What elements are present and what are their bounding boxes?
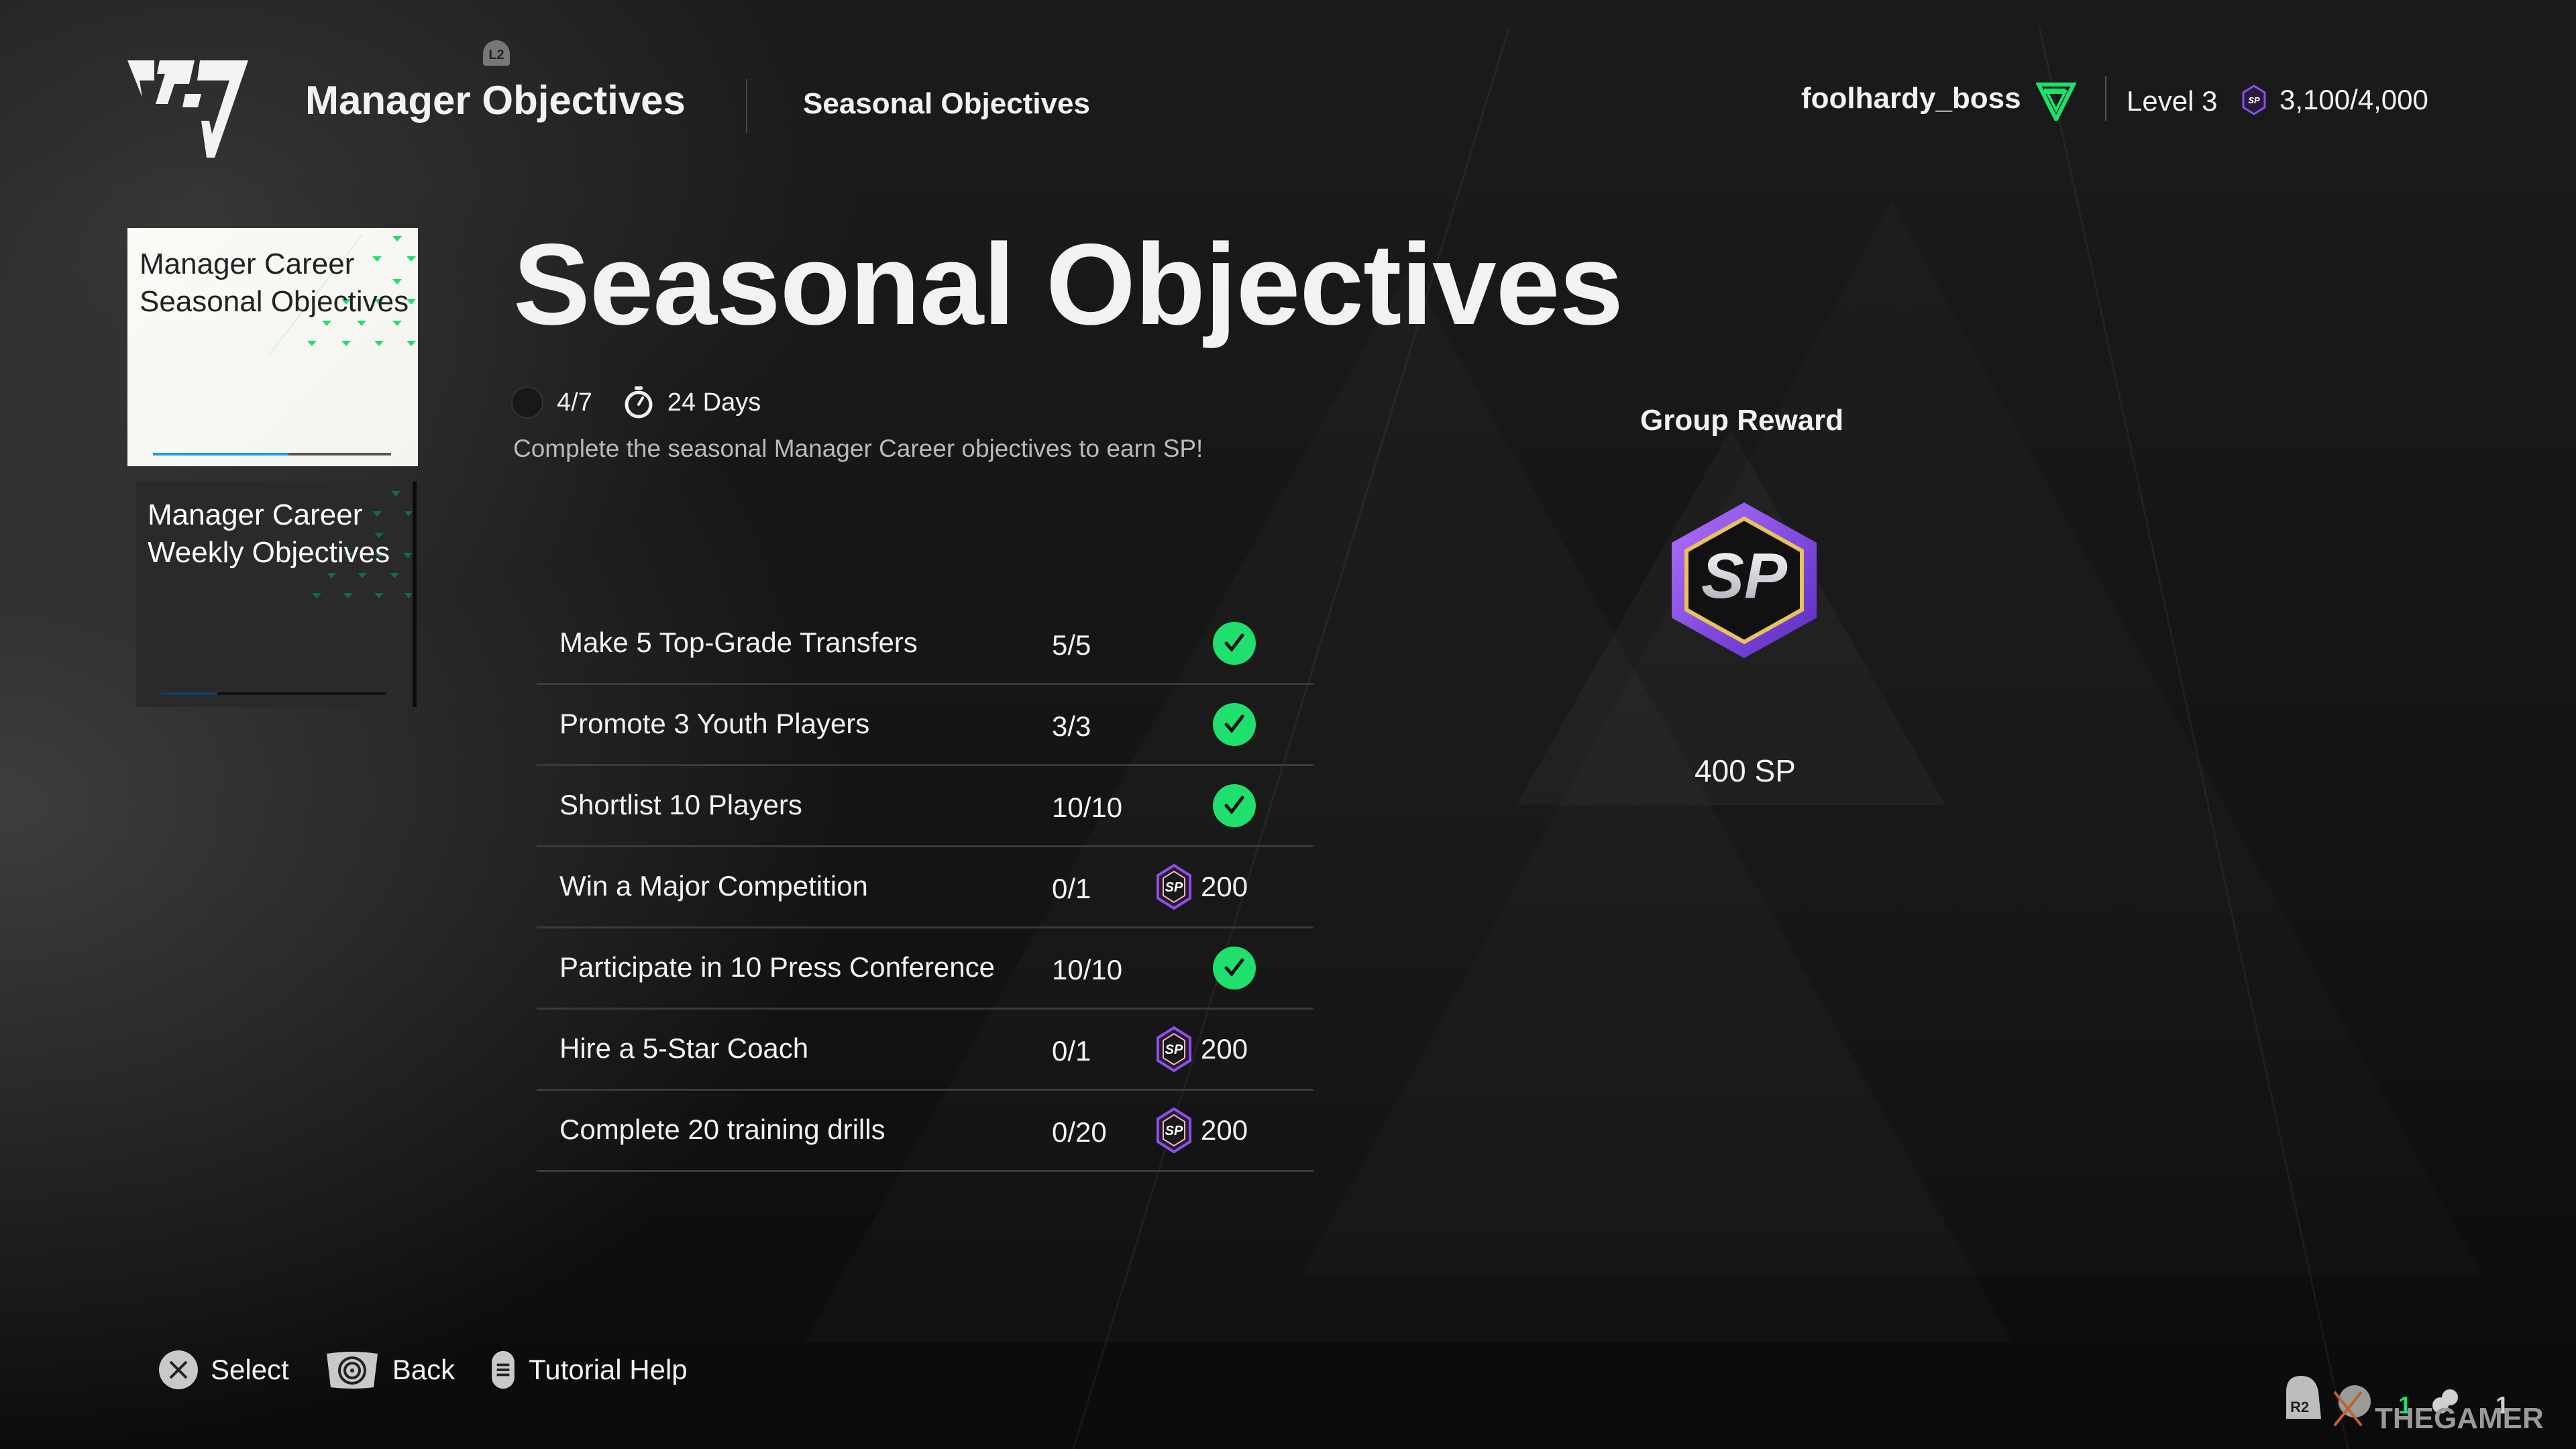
svg-text:THEGAMER: THEGAMER bbox=[2375, 1402, 2544, 1432]
objectives-list: Make 5 Top-Grade Transfers 5/5 Promote 3… bbox=[537, 604, 1313, 1172]
card-progress-bar bbox=[161, 692, 386, 695]
objective-row[interactable]: Shortlist 10 Players 10/10 bbox=[537, 766, 1313, 847]
objective-progress: 10/10 bbox=[1052, 792, 1123, 823]
objective-name: Win a Major Competition bbox=[559, 870, 868, 902]
header-divider-right bbox=[2105, 76, 2106, 121]
l2-button-hint[interactable]: L2 bbox=[483, 40, 510, 66]
objective-name: Participate in 10 Press Conference bbox=[559, 951, 996, 983]
tutorial-hint[interactable]: Tutorial Help bbox=[490, 1350, 688, 1390]
sp-coin-icon: SP bbox=[1157, 1026, 1191, 1073]
svg-text:SP: SP bbox=[1165, 880, 1183, 895]
svg-text:SP: SP bbox=[1165, 1042, 1183, 1057]
stopwatch-icon bbox=[625, 386, 653, 419]
reward-amount: 200 bbox=[1201, 1033, 1248, 1065]
select-hint[interactable]: Select bbox=[158, 1350, 289, 1390]
card-seasonal-objectives[interactable]: Manager Career Seasonal Objectives bbox=[127, 228, 418, 466]
reward-amount: 200 bbox=[1201, 871, 1248, 902]
objective-reward: SP 200 bbox=[1155, 1026, 1248, 1073]
username: foolhardy_boss bbox=[1801, 82, 2021, 115]
svg-text:SP: SP bbox=[2248, 95, 2260, 105]
objective-row[interactable]: Complete 20 training drills 0/20 SP 200 bbox=[537, 1091, 1313, 1172]
division-triangle-icon bbox=[2036, 83, 2076, 121]
objectives-description: Complete the seasonal Manager Career obj… bbox=[513, 435, 1203, 462]
tutorial-label: Tutorial Help bbox=[529, 1354, 688, 1385]
back-label: Back bbox=[392, 1354, 455, 1385]
objective-progress: 0/1 bbox=[1052, 1035, 1091, 1067]
objective-name: Make 5 Top-Grade Transfers bbox=[559, 627, 918, 658]
objective-row[interactable]: Make 5 Top-Grade Transfers 5/5 bbox=[537, 604, 1313, 685]
completed-check-icon bbox=[1213, 622, 1256, 665]
objective-progress: 5/5 bbox=[1052, 629, 1091, 661]
objective-row[interactable]: Win a Major Competition 0/1 SP 200 bbox=[537, 847, 1313, 928]
objective-progress: 3/3 bbox=[1052, 710, 1091, 742]
completed-check-icon bbox=[1213, 947, 1256, 989]
objective-reward: SP 200 bbox=[1155, 1107, 1248, 1154]
sp-coin-icon: SP bbox=[1157, 863, 1191, 910]
sp-total: 3,100/4,000 bbox=[2279, 84, 2428, 115]
objective-row[interactable]: Participate in 10 Press Conference 10/10 bbox=[537, 928, 1313, 1010]
objective-name: Complete 20 training drills bbox=[559, 1114, 885, 1145]
completed-check-icon bbox=[1213, 703, 1256, 746]
sp-reward-badge-icon: SP bbox=[1672, 502, 1817, 658]
card-progress-fill bbox=[161, 692, 217, 695]
group-reward-amount: 400 SP bbox=[1695, 753, 1796, 788]
reward-amount: 200 bbox=[1201, 1114, 1248, 1146]
svg-text:SP: SP bbox=[1701, 540, 1788, 612]
svg-text:R2: R2 bbox=[2290, 1399, 2309, 1415]
completed-check-icon bbox=[1213, 784, 1256, 827]
level-label: Level 3 bbox=[2127, 85, 2218, 117]
objective-reward: SP 200 bbox=[1155, 863, 1248, 910]
card-title: Manager Career Seasonal Objectives bbox=[140, 248, 409, 318]
completion-ring-icon bbox=[511, 386, 543, 419]
options-button-icon bbox=[492, 1350, 515, 1389]
objective-name: Promote 3 Youth Players bbox=[559, 708, 870, 739]
objective-name: Hire a 5-Star Coach bbox=[559, 1032, 809, 1064]
objective-progress: 0/1 bbox=[1052, 873, 1091, 904]
header-title: Manager Objectives bbox=[305, 78, 686, 123]
back-hint[interactable]: Back bbox=[324, 1350, 455, 1390]
sp-coin-icon: SP bbox=[1157, 1107, 1191, 1154]
group-reward-label: Group Reward bbox=[1640, 404, 1844, 437]
objective-row[interactable]: Promote 3 Youth Players 3/3 bbox=[537, 685, 1313, 766]
objective-stats: 4/7 24 Days bbox=[511, 384, 761, 421]
button-hints: Select Back Tutorial Help bbox=[158, 1350, 709, 1390]
objective-progress: 10/10 bbox=[1052, 954, 1123, 985]
thegamer-watermark: R2 1 1 THEGAMER bbox=[2286, 1376, 2544, 1432]
time-remaining: 24 Days bbox=[667, 388, 761, 417]
header-divider bbox=[746, 79, 747, 133]
objective-row[interactable]: Hire a 5-Star Coach 0/1 SP 200 bbox=[537, 1010, 1313, 1091]
page-title: Seasonal Objectives bbox=[513, 220, 1623, 349]
fc-logo bbox=[127, 60, 248, 158]
cross-button-icon bbox=[159, 1350, 198, 1389]
card-title: Manager Career Weekly Objectives bbox=[148, 498, 390, 569]
circle-button-icon bbox=[326, 1352, 378, 1389]
completed-count: 4/7 bbox=[557, 388, 592, 417]
objective-progress: 0/20 bbox=[1052, 1116, 1107, 1148]
header-breadcrumb: Seasonal Objectives bbox=[803, 87, 1090, 120]
svg-text:SP: SP bbox=[1165, 1124, 1183, 1138]
card-weekly-objectives[interactable]: Manager Career Weekly Objectives bbox=[136, 482, 417, 707]
objective-name: Shortlist 10 Players bbox=[559, 789, 802, 820]
card-progress-bar bbox=[153, 453, 391, 455]
card-progress-fill bbox=[153, 453, 289, 455]
select-label: Select bbox=[211, 1354, 289, 1385]
sp-coin-icon: SP bbox=[2242, 85, 2266, 115]
